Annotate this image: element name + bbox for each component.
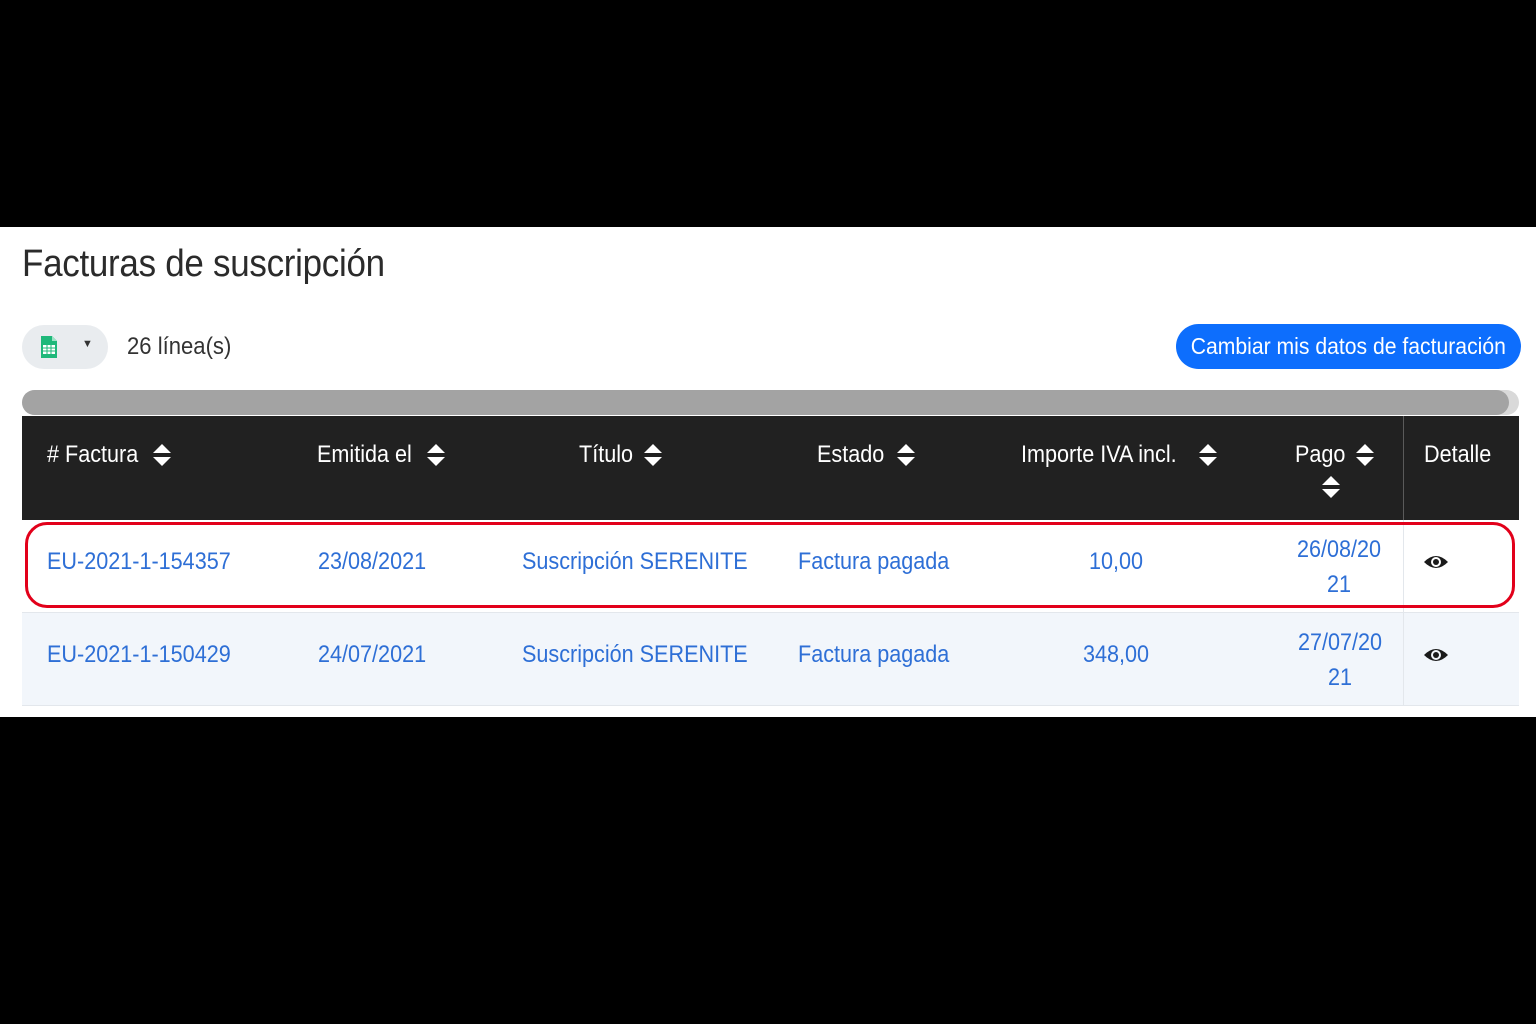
invoices-table: # Factura Emitida el Título Estado Impor… — [22, 416, 1519, 706]
payment-date-link[interactable]: 26/08/2021 — [1289, 532, 1389, 602]
column-header-factura[interactable]: # Factura — [47, 440, 172, 469]
column-header-pago[interactable]: Pago — [1295, 440, 1375, 498]
issue-date-link[interactable]: 24/07/2021 — [318, 641, 438, 669]
horizontal-scrollbar[interactable] — [22, 390, 1519, 415]
column-header-titulo[interactable]: Título — [579, 440, 663, 469]
status: Factura pagada — [798, 641, 950, 668]
change-billing-details-button[interactable]: Cambiar mis datos de facturación — [1176, 324, 1521, 369]
column-header-label: Título — [579, 440, 634, 468]
payment-date: 26/08/2021 — [1296, 536, 1382, 598]
sort-icon — [644, 443, 663, 466]
page-title: Facturas de suscripción — [22, 243, 385, 285]
sort-icon — [153, 443, 172, 466]
sort-icon — [427, 443, 446, 466]
amount: 10,00 — [1089, 548, 1144, 575]
table-row: EU-2021-1-150429 24/07/2021 Suscripción … — [22, 613, 1519, 706]
title-link[interactable]: Suscripción SERENITE — [522, 548, 773, 576]
payment-date-link[interactable]: 27/07/2021 — [1290, 625, 1390, 695]
sort-icon — [1322, 476, 1340, 498]
amount: 348,00 — [1083, 641, 1150, 668]
amount-link[interactable]: 10,00 — [1089, 548, 1149, 576]
export-dropdown-button[interactable]: ▼ — [22, 325, 108, 369]
row-count: 26 línea(s) — [127, 333, 232, 360]
column-header-emitida[interactable]: Emitida el — [317, 440, 446, 469]
column-header-label: Detalle — [1424, 440, 1492, 468]
sort-icon — [1198, 443, 1217, 466]
issue-date-link[interactable]: 23/08/2021 — [318, 548, 438, 576]
scrollbar-thumb[interactable] — [22, 390, 1509, 415]
title: Suscripción SERENITE — [522, 548, 748, 575]
status-link[interactable]: Factura pagada — [798, 548, 966, 576]
column-header-importe[interactable]: Importe IVA incl. — [1021, 440, 1218, 469]
sort-icon — [896, 443, 915, 466]
column-divider — [1403, 613, 1404, 705]
column-header-label: Emitida el — [317, 440, 412, 468]
payment-date: 27/07/2021 — [1297, 629, 1383, 691]
eye-icon[interactable] — [1423, 553, 1449, 571]
title-link[interactable]: Suscripción SERENITE — [522, 641, 773, 669]
column-header-detalle: Detalle — [1424, 440, 1499, 469]
amount-link[interactable]: 348,00 — [1083, 641, 1156, 669]
table-row: EU-2021-1-154357 23/08/2021 Suscripción … — [22, 520, 1519, 613]
invoices-panel: Facturas de suscripción ▼ 26 línea(s) Ca… — [0, 227, 1536, 717]
billing-button-label: Cambiar mis datos de facturación — [1190, 333, 1507, 359]
column-header-label: Importe IVA incl. — [1021, 440, 1177, 468]
eye-icon[interactable] — [1423, 646, 1449, 664]
column-header-estado[interactable]: Estado — [817, 440, 916, 469]
issue-date: 24/07/2021 — [318, 641, 427, 668]
csv-file-icon — [41, 336, 57, 358]
column-header-label: Pago — [1295, 440, 1346, 468]
title: Suscripción SERENITE — [522, 641, 748, 668]
issue-date: 23/08/2021 — [318, 548, 427, 575]
sort-icon — [1356, 443, 1375, 466]
column-header-label: # Factura — [47, 440, 139, 468]
column-divider — [1403, 416, 1404, 520]
column-header-label: Estado — [817, 440, 885, 468]
status: Factura pagada — [798, 548, 950, 575]
invoice-number: EU-2021-1-154357 — [47, 548, 231, 575]
invoice-number-link[interactable]: EU-2021-1-150429 — [47, 641, 251, 669]
caret-down-icon: ▼ — [82, 338, 93, 350]
invoice-number-link[interactable]: EU-2021-1-154357 — [47, 548, 251, 576]
status-link[interactable]: Factura pagada — [798, 641, 966, 669]
table-header: # Factura Emitida el Título Estado Impor… — [22, 416, 1519, 520]
column-divider — [1403, 520, 1404, 612]
invoice-number: EU-2021-1-150429 — [47, 641, 231, 668]
